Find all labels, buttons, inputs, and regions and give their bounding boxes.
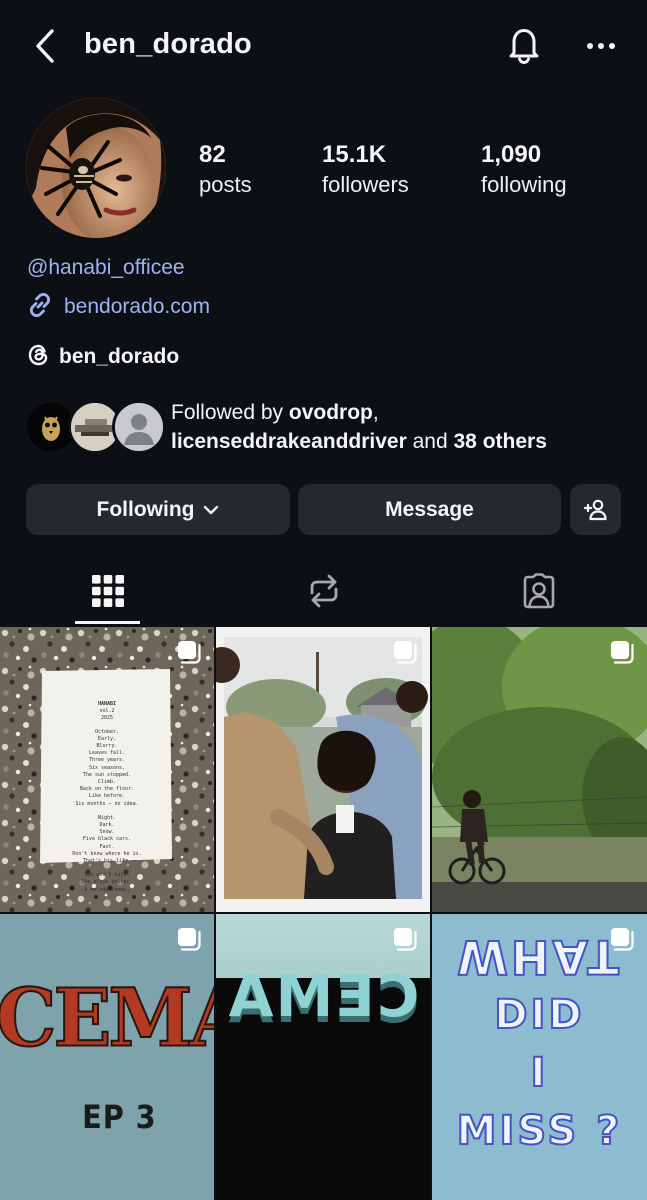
following-label: Following — [96, 497, 195, 521]
note-line: Fast. — [99, 843, 115, 850]
back-icon[interactable] — [28, 26, 62, 66]
cema-title: CEMA — [0, 970, 214, 1065]
note-line: Early. — [97, 735, 117, 742]
tab-tagged[interactable] — [431, 558, 646, 624]
add-person-icon — [583, 498, 609, 522]
followed-by-and: and — [406, 430, 454, 453]
what-did-i-miss-text: WHAT DID I MISS ? — [432, 928, 647, 1160]
threads-icon — [27, 343, 51, 372]
carousel-icon — [176, 926, 202, 952]
following-label[interactable]: following — [481, 170, 567, 200]
note-line — [46, 865, 168, 872]
following-count[interactable]: 1,090 — [481, 140, 567, 170]
carousel-icon — [176, 639, 202, 665]
followers-count[interactable]: 15.1K — [322, 140, 409, 170]
note-line: Like before. — [88, 793, 126, 800]
note-paper-text: HANABI vol.2 2025 October. Early. Blurry… — [46, 701, 168, 894]
note-line: Six months — no idea. — [75, 800, 139, 807]
following-stat[interactable]: 1,090 following — [481, 140, 567, 200]
mutual-others[interactable]: 38 others — [454, 430, 547, 453]
followers-label[interactable]: followers — [322, 170, 409, 200]
tagged-person-icon — [521, 573, 557, 609]
profile-username: ben_dorado — [84, 28, 252, 60]
tab-posts-grid[interactable] — [0, 558, 215, 624]
tab-reposts[interactable] — [216, 558, 431, 624]
carousel-icon — [609, 926, 635, 952]
miss-line: MISS ? — [456, 1107, 623, 1155]
message-label: Message — [385, 497, 474, 521]
link-icon — [26, 291, 54, 324]
posts-count: 82 — [199, 141, 226, 168]
followed-by-sep: , — [372, 401, 379, 424]
bio-website-link[interactable]: bendorado.com — [26, 292, 210, 322]
note-line: Back on the floor. — [79, 786, 135, 793]
note-line: She plays guitar. — [81, 879, 133, 886]
mirrored-cema-text: CEMA — [226, 962, 420, 1030]
mutual-user-2[interactable]: licenseddrakeanddriver — [171, 430, 407, 453]
repost-icon — [307, 573, 341, 609]
post-thumbnail[interactable]: HANABI vol.2 2025 October. Early. Blurry… — [0, 627, 214, 912]
website-text[interactable]: bendorado.com — [64, 295, 210, 319]
note-line: She won't talk. — [84, 872, 130, 879]
note-line: A melody comes. — [84, 886, 130, 893]
note-line: Five black cars. — [82, 836, 132, 843]
chevron-down-icon — [203, 505, 219, 515]
followed-by-prefix: Followed by — [171, 401, 289, 424]
post-thumbnail[interactable]: WHAT DID I MISS ? — [432, 914, 647, 1200]
note-line: Leaves fall. — [88, 750, 126, 757]
post-thumbnail[interactable]: CEMA EP 3 — [0, 914, 214, 1200]
following-button[interactable]: Following — [26, 484, 290, 535]
did-line: DID — [493, 991, 585, 1039]
carousel-icon — [392, 926, 418, 952]
active-tab-indicator — [75, 621, 140, 624]
more-options-icon[interactable] — [580, 28, 622, 64]
posts-stat: 82 posts — [199, 140, 252, 200]
post-thumbnail[interactable]: CEMA — [216, 914, 430, 1200]
grid-icon — [91, 575, 124, 607]
post-thumbnail[interactable] — [432, 627, 647, 912]
mutual-followers-avatars[interactable] — [24, 400, 166, 454]
carousel-icon — [609, 639, 635, 665]
note-line: Night. — [97, 814, 117, 821]
followers-stat[interactable]: 15.1K followers — [322, 140, 409, 200]
post-thumbnail[interactable] — [216, 627, 430, 912]
note-line — [46, 808, 168, 815]
note-line: Dark. — [99, 822, 115, 829]
threads-badge[interactable]: ben_dorado — [27, 342, 179, 372]
posts-label: posts — [199, 172, 252, 197]
note-line: That's his life. — [82, 858, 132, 865]
note-line: Climb. — [97, 779, 117, 786]
i-line: I — [530, 1049, 549, 1097]
mutual-user-1[interactable]: ovodrop — [289, 401, 373, 424]
note-line: October. — [94, 728, 120, 735]
bio-mention-link[interactable]: @hanabi_officee — [27, 256, 185, 280]
ep-label: EP 3 — [82, 1098, 157, 1136]
threads-username[interactable]: ben_dorado — [59, 345, 179, 369]
note-title: HANABI — [97, 701, 117, 707]
note-line: Six seasons. — [88, 764, 126, 771]
followed-by-text[interactable]: Followed by ovodrop, licenseddrakeanddri… — [171, 398, 631, 456]
message-button[interactable]: Message — [298, 484, 561, 535]
note-lines: October. Early. Blurry. Leaves fall. Thr… — [46, 729, 168, 894]
posts-grid: HANABI vol.2 2025 October. Early. Blurry… — [0, 627, 647, 1200]
profile-avatar[interactable] — [26, 98, 166, 238]
note-line: Snow. — [99, 829, 115, 836]
note-line: Don't know where he is. — [72, 850, 142, 857]
note-vol: vol.2 — [99, 708, 115, 715]
note-year: 2025 — [100, 715, 114, 722]
note-line: The sun stopped. — [82, 771, 132, 778]
notification-bell-icon[interactable] — [503, 24, 545, 66]
note-line: Blurry. — [96, 743, 118, 750]
note-line: Three years. — [88, 757, 126, 764]
suggested-accounts-button[interactable] — [570, 484, 621, 535]
carousel-icon — [392, 639, 418, 665]
profile-header: ben_dorado — [0, 0, 647, 92]
profile-tabs — [0, 558, 647, 626]
avatar — [112, 400, 166, 454]
